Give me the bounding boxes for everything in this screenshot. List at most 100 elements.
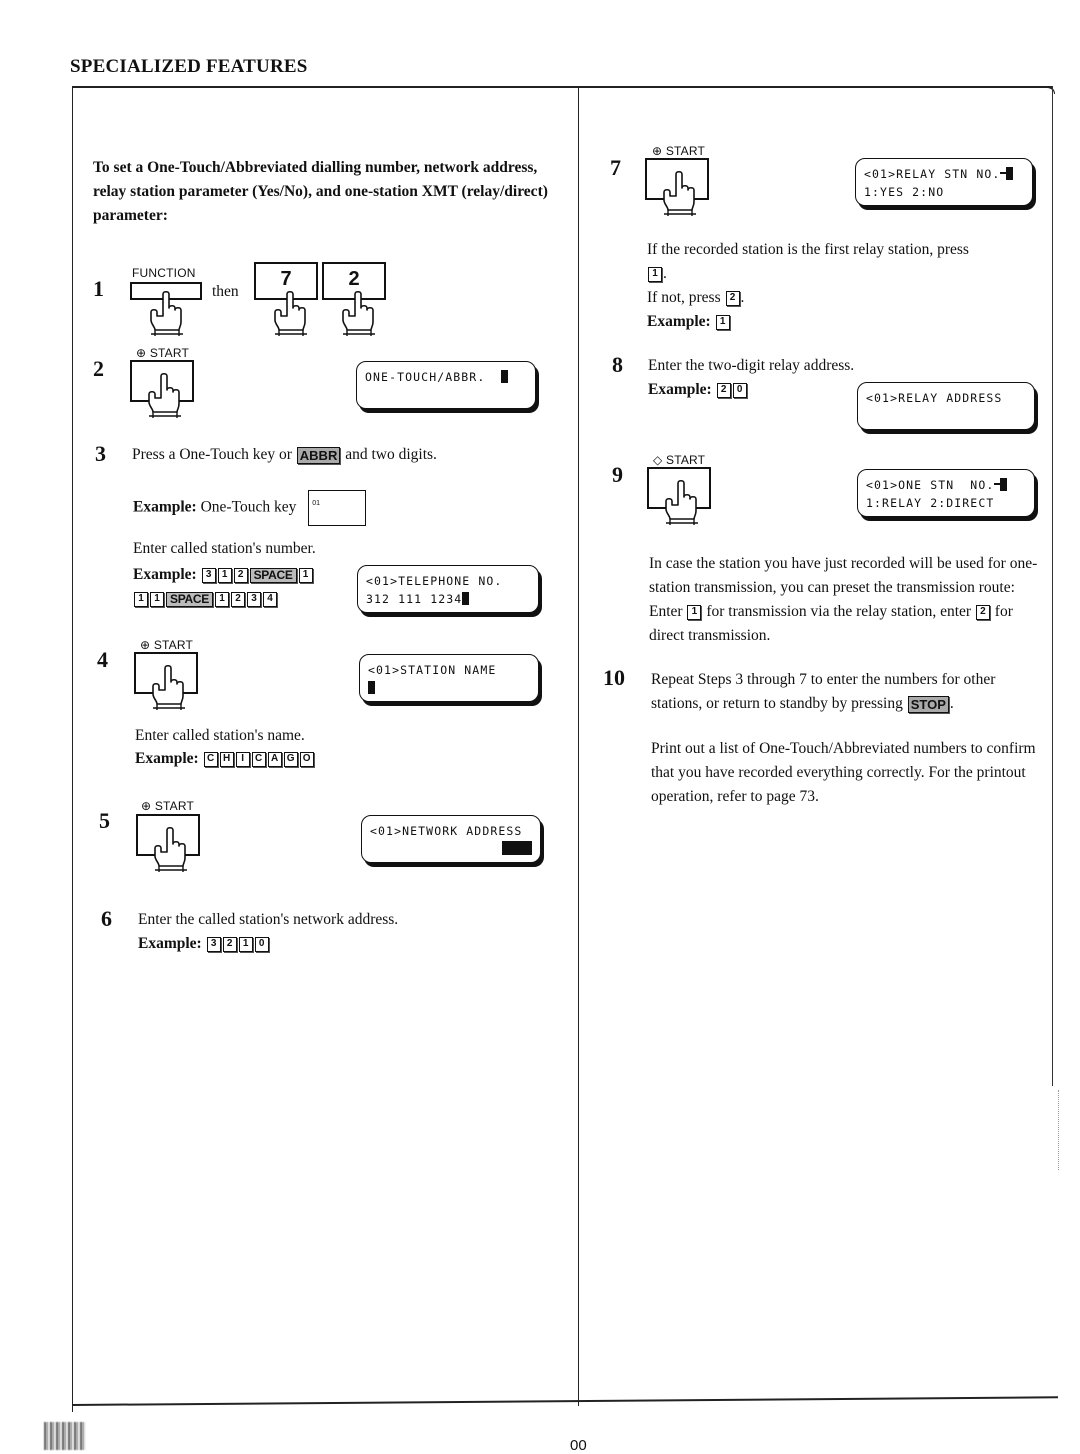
lcd-cursor [501, 370, 509, 383]
frame-border-bottom [71, 1396, 1058, 1406]
step3-text-after: and two digits. [345, 446, 437, 463]
key-1[interactable]: 1 [150, 591, 164, 607]
lcd-display: <01>RELAY STN NO. 1:YES 2:NO [855, 158, 1033, 206]
step-number: 2 [93, 356, 104, 381]
example-label: Example: [133, 566, 197, 583]
column-divider [578, 86, 579, 1406]
frame-border-right-faded [1058, 1090, 1059, 1170]
key-3[interactable]: 3 [246, 591, 261, 607]
lcd-cursor [462, 592, 470, 605]
key-space[interactable]: SPACE [249, 567, 297, 583]
key-g[interactable]: G [283, 751, 298, 767]
frame-border-left [72, 86, 73, 1412]
example-label: Example: [133, 498, 197, 516]
example-label: Example: [648, 381, 712, 398]
key-a[interactable]: A [267, 751, 282, 767]
hand-press-icon [150, 290, 184, 336]
key-1[interactable]: 1 [648, 266, 662, 282]
number-example: Example: 3 1 2 SPACE 1 1 1 SPACE 1 2 3 4 [133, 563, 358, 611]
step7-text: If the recorded station is the first rel… [647, 241, 969, 258]
key-2[interactable]: 2 [725, 290, 740, 306]
stop-key[interactable]: STOP [907, 695, 949, 713]
key-1[interactable]: 1 [715, 314, 730, 330]
step-number: 8 [612, 352, 623, 377]
start-symbol-icon: ⊕ [140, 638, 151, 652]
step3-text-before: Press a One-Touch key or [132, 446, 292, 463]
intro-text: To set a One-Touch/Abbreviated dialling … [93, 159, 548, 224]
key-3[interactable]: 3 [206, 936, 221, 952]
enter-name-text: Enter called station's name. [135, 727, 305, 744]
network-example: Example: 3210 [138, 932, 270, 956]
key-1[interactable]: 1 [298, 567, 313, 583]
lcd-cursor [1006, 167, 1014, 180]
key-1[interactable]: 1 [238, 936, 253, 952]
lcd-line-1: <01>STATION NAME [368, 663, 497, 677]
onetouch-label: One-Touch key [200, 498, 297, 516]
key-2[interactable]: 2 [222, 936, 237, 952]
example-label: Example: [647, 313, 711, 330]
step-number: 1 [93, 276, 104, 301]
step-number: 5 [99, 808, 110, 833]
step9-text-b: for transmission via the relay station, … [706, 603, 972, 620]
scan-artifact [44, 1422, 86, 1450]
hand-press-icon [663, 170, 697, 217]
step7-instruction: If the recorded station is the first rel… [647, 241, 969, 330]
step-number: 4 [97, 647, 108, 672]
hand-press-icon [154, 826, 188, 873]
key-2[interactable]: 2 [230, 591, 245, 607]
onetouch-key-01[interactable]: 01 [308, 490, 367, 526]
key-0[interactable]: 0 [732, 382, 747, 398]
key-1[interactable]: 1 [134, 591, 148, 607]
step9-instruction: In case the station you have just record… [649, 552, 1044, 648]
hand-press-icon [665, 479, 699, 526]
frame-border-right [1052, 86, 1053, 1086]
lcd-line-1: <01>ONE STN NO. [866, 478, 995, 492]
lcd-cursor [502, 841, 532, 855]
key-0[interactable]: 0 [254, 936, 269, 952]
key-4[interactable]: 4 [262, 591, 277, 607]
function-key-label: FUNCTION [132, 266, 196, 280]
key-2[interactable]: 2 [716, 382, 731, 398]
key-1[interactable]: 1 [687, 604, 702, 620]
start-key-label: ⊕ START [136, 346, 189, 360]
hand-press-icon [274, 290, 308, 336]
step8-instruction: Enter the two-digit relay address. [648, 357, 855, 374]
page-number: 00 [570, 1437, 587, 1454]
key-c[interactable]: C [203, 751, 218, 767]
start-symbol-icon: ◇ [653, 453, 663, 467]
printout-note: Print out a list of One-Touch/Abbreviate… [651, 740, 1036, 805]
key-2[interactable]: 2 [975, 604, 990, 620]
lcd-display: <01>STATION NAME [359, 654, 539, 702]
lcd-line-2: 312 111 1234 [366, 592, 463, 606]
start-key-label: ⊕ START [141, 799, 194, 813]
lcd-line-1: <01>RELAY STN NO. [864, 167, 1001, 181]
key-1[interactable]: 1 [217, 567, 232, 583]
step7-text-not: If not, press [647, 289, 721, 306]
key-space[interactable]: SPACE [166, 591, 213, 607]
step10-instruction: Repeat Steps 3 through 7 to enter the nu… [651, 671, 996, 713]
step6-instruction: Enter the called station's network addre… [138, 911, 399, 928]
section-title: SPECIALIZED FEATURES [70, 56, 308, 77]
key-3[interactable]: 3 [201, 567, 216, 583]
abbr-key[interactable]: ABBR [296, 446, 341, 464]
key-o[interactable]: O [299, 751, 314, 767]
key-c[interactable]: C [251, 751, 266, 767]
start-label-text: START [154, 799, 195, 813]
start-key-label: ⊕ START [140, 638, 193, 652]
lcd-display: <01>TELEPHONE NO. 312 111 1234 [357, 565, 539, 613]
lcd-line-1: <01>TELEPHONE NO. [366, 574, 503, 588]
key-i[interactable]: I [235, 751, 250, 767]
lcd-display: ONE-TOUCH/ABBR. [356, 361, 536, 409]
start-key-label: ⊕ START [652, 144, 705, 158]
start-key-label: ◇ START [653, 453, 705, 467]
onetouch-key-number: 01 [312, 500, 321, 507]
key-h[interactable]: H [219, 751, 234, 767]
step-number: 9 [612, 462, 623, 487]
key-1[interactable]: 1 [214, 591, 229, 607]
start-label-text: START [149, 346, 190, 360]
hand-press-icon [148, 372, 182, 419]
start-symbol-icon: ⊕ [136, 346, 147, 360]
name-example: Example: CHICAGO [135, 747, 315, 771]
key-2[interactable]: 2 [233, 567, 248, 583]
lcd-line-1: <01>RELAY ADDRESS [866, 391, 1003, 405]
